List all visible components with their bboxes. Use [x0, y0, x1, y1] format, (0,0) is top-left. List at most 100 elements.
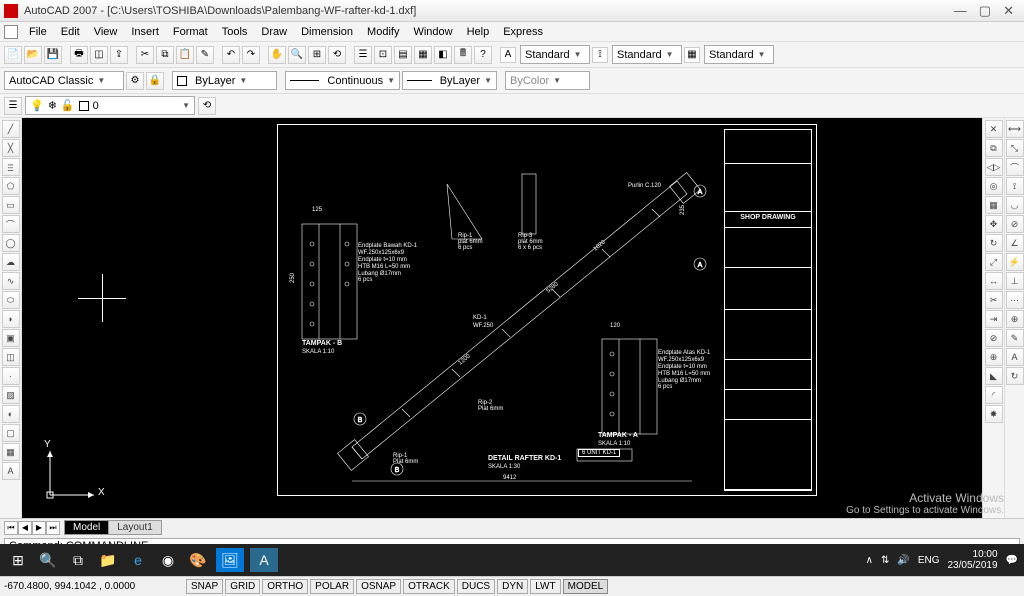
- circle-icon[interactable]: ◯: [2, 234, 20, 252]
- dimalign-icon[interactable]: ⤡: [1006, 139, 1024, 157]
- drawing-canvas[interactable]: A A B B TAMPAK - B SKALA 1:10 TAMPAK - A…: [22, 118, 982, 518]
- block-icon[interactable]: ◫: [2, 348, 20, 366]
- dimdia-icon[interactable]: ⊘: [1006, 215, 1024, 233]
- markup-icon[interactable]: ◧: [434, 46, 452, 64]
- properties-icon[interactable]: ☰: [354, 46, 372, 64]
- polygon-icon[interactable]: ⬠: [2, 177, 20, 195]
- dimlin-icon[interactable]: ⟷: [1006, 120, 1024, 138]
- explode-icon[interactable]: ✸: [985, 405, 1003, 423]
- ortho-toggle[interactable]: ORTHO: [262, 579, 308, 594]
- explorer-icon[interactable]: 📁: [96, 548, 120, 572]
- spline-icon[interactable]: ∿: [2, 272, 20, 290]
- mtext-icon[interactable]: A: [2, 462, 20, 480]
- dimtedit-icon[interactable]: A: [1006, 348, 1024, 366]
- workspace-settings-icon[interactable]: ⚙: [126, 72, 144, 90]
- dcenter-icon[interactable]: ⊡: [374, 46, 392, 64]
- scale-icon[interactable]: ⤢: [985, 253, 1003, 271]
- workspace-lock-icon[interactable]: 🔒: [146, 72, 164, 90]
- tab-model[interactable]: Model: [64, 520, 109, 535]
- copy-icon[interactable]: ⧉: [156, 46, 174, 64]
- pan-icon[interactable]: ✋: [268, 46, 286, 64]
- ellipsearc-icon[interactable]: ◗: [2, 310, 20, 328]
- copy2-icon[interactable]: ⧉: [985, 139, 1003, 157]
- menu-file[interactable]: File: [22, 24, 54, 40]
- revcloud-icon[interactable]: ☁: [2, 253, 20, 271]
- paste-icon[interactable]: 📋: [176, 46, 194, 64]
- array-icon[interactable]: ▦: [985, 196, 1003, 214]
- lwt-toggle[interactable]: LWT: [530, 579, 560, 594]
- dimstyle-icon[interactable]: ⟟: [592, 47, 608, 63]
- ellipse-icon[interactable]: ⬭: [2, 291, 20, 309]
- arc-icon[interactable]: ⌒: [2, 215, 20, 233]
- dimord-icon[interactable]: ⟟: [1006, 177, 1024, 195]
- undo-icon[interactable]: ↶: [222, 46, 240, 64]
- otrack-toggle[interactable]: OTRACK: [403, 579, 455, 594]
- break-icon[interactable]: ⊘: [985, 329, 1003, 347]
- xline-icon[interactable]: ╳: [2, 139, 20, 157]
- offset-icon[interactable]: ◎: [985, 177, 1003, 195]
- textstyle-dropdown[interactable]: Standard▼: [520, 45, 590, 64]
- menu-insert[interactable]: Insert: [124, 24, 166, 40]
- tray-clock[interactable]: 10:00 23/05/2019: [947, 549, 997, 571]
- tab-last-icon[interactable]: ⏭: [46, 521, 60, 535]
- menu-help[interactable]: Help: [460, 24, 497, 40]
- coordinate-readout[interactable]: -670.4800, 994.1042 , 0.0000: [4, 581, 184, 592]
- zoom-prev-icon[interactable]: ⟲: [328, 46, 346, 64]
- tray-lang[interactable]: ENG: [918, 555, 940, 566]
- menu-edit[interactable]: Edit: [54, 24, 87, 40]
- tpalette-icon[interactable]: ▤: [394, 46, 412, 64]
- search-icon[interactable]: 🔍: [36, 548, 60, 572]
- menu-view[interactable]: View: [87, 24, 125, 40]
- pline-icon[interactable]: Ⲷ: [2, 158, 20, 176]
- insert-icon[interactable]: ▣: [2, 329, 20, 347]
- menu-modify[interactable]: Modify: [360, 24, 406, 40]
- ducs-toggle[interactable]: DUCS: [457, 579, 495, 594]
- open-icon[interactable]: 📂: [24, 46, 42, 64]
- menu-dimension[interactable]: Dimension: [294, 24, 360, 40]
- dimbase-icon[interactable]: ⊥: [1006, 272, 1024, 290]
- dimang-icon[interactable]: ∠: [1006, 234, 1024, 252]
- move-icon[interactable]: ✥: [985, 215, 1003, 233]
- model-toggle[interactable]: MODEL: [563, 579, 609, 594]
- osnap-toggle[interactable]: OSNAP: [356, 579, 401, 594]
- menu-tools[interactable]: Tools: [215, 24, 255, 40]
- snap-toggle[interactable]: SNAP: [186, 579, 223, 594]
- extend-icon[interactable]: ⇥: [985, 310, 1003, 328]
- chrome-icon[interactable]: ◉: [156, 548, 180, 572]
- erase-icon[interactable]: ✕: [985, 120, 1003, 138]
- cut-icon[interactable]: ✂: [136, 46, 154, 64]
- menu-format[interactable]: Format: [166, 24, 215, 40]
- trim-icon[interactable]: ✂: [985, 291, 1003, 309]
- zoom-rt-icon[interactable]: 🔍: [288, 46, 306, 64]
- workspace-dropdown[interactable]: AutoCAD Classic▼: [4, 71, 124, 90]
- linetype-dropdown[interactable]: Continuous▼: [285, 71, 400, 90]
- chamfer-icon[interactable]: ◣: [985, 367, 1003, 385]
- restore-button[interactable]: ▢: [979, 3, 991, 19]
- redo-icon[interactable]: ↷: [242, 46, 260, 64]
- dimedit-icon[interactable]: ✎: [1006, 329, 1024, 347]
- menu-draw[interactable]: Draw: [254, 24, 294, 40]
- dimcont-icon[interactable]: ⋯: [1006, 291, 1024, 309]
- point-icon[interactable]: ·: [2, 367, 20, 385]
- hatch-icon[interactable]: ▨: [2, 386, 20, 404]
- tray-notifications-icon[interactable]: 💬: [1006, 555, 1018, 566]
- paint-icon[interactable]: 🎨: [186, 548, 210, 572]
- plot-preview-icon[interactable]: ◫: [90, 46, 108, 64]
- calc-icon[interactable]: 🖩: [454, 46, 472, 64]
- tablestyle-dropdown[interactable]: Standard▼: [704, 45, 774, 64]
- menu-window[interactable]: Window: [406, 24, 459, 40]
- match-icon[interactable]: ✎: [196, 46, 214, 64]
- tab-prev-icon[interactable]: ◀: [18, 521, 32, 535]
- layer-dropdown[interactable]: 💡 ❄ 🔓 0 ▼: [25, 96, 195, 115]
- menu-express[interactable]: Express: [496, 24, 550, 40]
- taskview-icon[interactable]: ⧉: [66, 548, 90, 572]
- fillet-icon[interactable]: ◜: [985, 386, 1003, 404]
- dimqck-icon[interactable]: ⚡: [1006, 253, 1024, 271]
- save-icon[interactable]: 💾: [44, 46, 62, 64]
- start-button[interactable]: ⊞: [6, 548, 30, 572]
- tab-layout1[interactable]: Layout1: [108, 520, 162, 535]
- tablestyle-icon[interactable]: ▦: [684, 47, 700, 63]
- layer-manager-icon[interactable]: ☰: [4, 97, 22, 115]
- tab-first-icon[interactable]: ⏮: [4, 521, 18, 535]
- print-icon[interactable]: 🖶: [70, 46, 88, 64]
